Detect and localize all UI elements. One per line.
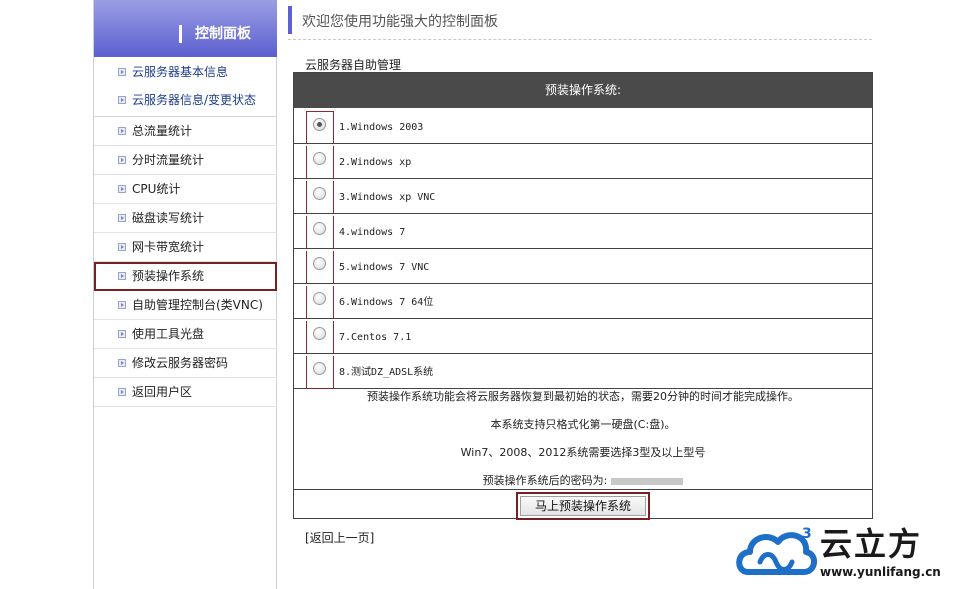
sidebar-item-hourly-traffic[interactable]: 分时流量统计 bbox=[94, 146, 277, 175]
password-mask bbox=[611, 477, 684, 485]
bullet-icon bbox=[118, 272, 126, 280]
bullet-icon bbox=[118, 214, 126, 222]
os-radio[interactable] bbox=[313, 152, 326, 165]
sidebar-item-label: 预装操作系统 bbox=[132, 269, 205, 283]
sidebar-item-label: 自助管理控制台(类VNC) bbox=[132, 298, 263, 312]
sidebar-item-label: CPU统计 bbox=[132, 182, 181, 196]
bullet-icon bbox=[118, 359, 126, 367]
bullet-icon bbox=[118, 96, 126, 104]
radio-cell bbox=[306, 286, 334, 319]
sidebar-item-preinstall-os[interactable]: 预装操作系统 bbox=[94, 262, 277, 291]
sidebar-item-label: 网卡带宽统计 bbox=[132, 240, 205, 254]
sidebar-item-label: 总流量统计 bbox=[132, 124, 193, 138]
sidebar-item-vnc-console[interactable]: 自助管理控制台(类VNC) bbox=[94, 291, 277, 320]
bullet-icon bbox=[118, 185, 126, 193]
sidebar-title: 控制面板 bbox=[195, 26, 251, 42]
preinstall-os-button[interactable]: 马上预装操作系统 bbox=[516, 492, 650, 520]
radio-cell bbox=[306, 216, 334, 249]
bullet-icon bbox=[118, 243, 126, 251]
os-option-row: 2.Windows xp bbox=[294, 144, 872, 179]
preinstall-os-button-label: 马上预装操作系统 bbox=[520, 496, 646, 516]
sidebar-item-disk-io[interactable]: 磁盘读写统计 bbox=[94, 204, 277, 233]
sidebar-item-total-traffic[interactable]: 总流量统计 bbox=[94, 117, 277, 146]
radio-cell bbox=[306, 146, 334, 179]
os-option-label: 6.Windows 7 64位 bbox=[339, 297, 434, 308]
sidebar-group-server: 云服务器基本信息 云服务器信息/变更状态 bbox=[94, 58, 277, 114]
password-line: 预装操作系统后的密码为: bbox=[294, 474, 872, 488]
os-option-label: 8.测试DZ_ADSL系统 bbox=[339, 367, 434, 378]
sidebar-item-return-user-area[interactable]: 返回用户区 bbox=[94, 378, 277, 407]
sidebar-item-label: 使用工具光盘 bbox=[132, 327, 205, 341]
bullet-icon bbox=[118, 388, 126, 396]
os-option-label: 3.Windows xp VNC bbox=[339, 192, 436, 203]
info-text: 本系统支持只格式化第一硬盘(C:盘)。 bbox=[490, 418, 676, 431]
brand-name: 云立方 bbox=[820, 525, 923, 563]
page-title: 欢迎您使用功能强大的控制面板 bbox=[302, 14, 498, 30]
sidebar: 控制面板 云服务器基本信息 云服务器信息/变更状态 总流量统计 分时流量统计 C… bbox=[93, 0, 277, 589]
os-option-row: 6.Windows 7 64位 bbox=[294, 284, 872, 319]
os-radio[interactable] bbox=[313, 187, 326, 200]
os-selection-table: 预装操作系统: 1.Windows 2003 2.Windows xp 3.Wi… bbox=[293, 72, 873, 520]
os-radio[interactable] bbox=[313, 118, 326, 131]
section-title: 云服务器自助管理 bbox=[305, 58, 402, 72]
logo-superscript: 3 bbox=[802, 526, 812, 542]
sidebar-group-tools: 总流量统计 分时流量统计 CPU统计 磁盘读写统计 网卡带宽统计 预装操作系统 … bbox=[94, 117, 277, 407]
table-header: 预装操作系统: bbox=[294, 73, 872, 108]
bullet-icon bbox=[118, 330, 126, 338]
radio-cell bbox=[306, 251, 334, 284]
sidebar-item-label: 修改云服务器密码 bbox=[132, 356, 229, 370]
brand-logo: 3 云立方 www.yunlifang.cn bbox=[734, 522, 954, 586]
sidebar-item-nic-bandwidth[interactable]: 网卡带宽统计 bbox=[94, 233, 277, 262]
submit-row: 马上预装操作系统 bbox=[294, 489, 872, 520]
page-header: 欢迎您使用功能强大的控制面板 bbox=[288, 6, 872, 40]
os-radio[interactable] bbox=[313, 292, 326, 305]
sidebar-header: 控制面板 bbox=[94, 0, 277, 57]
os-option-label: 1.Windows 2003 bbox=[339, 122, 424, 133]
cloud-logo-icon: 3 bbox=[736, 526, 817, 575]
bullet-icon bbox=[118, 127, 126, 135]
sidebar-item-label: 云服务器信息/变更状态 bbox=[132, 93, 257, 107]
os-option-label: 2.Windows xp bbox=[339, 157, 412, 168]
radio-cell bbox=[306, 321, 334, 354]
password-label: 预装操作系统后的密码为: bbox=[482, 474, 608, 487]
sidebar-item-label: 磁盘读写统计 bbox=[132, 211, 205, 225]
radio-cell bbox=[306, 356, 334, 389]
bullet-icon bbox=[118, 68, 126, 76]
sidebar-item-label: 返回用户区 bbox=[132, 385, 193, 399]
os-option-row: 4.windows 7 bbox=[294, 214, 872, 249]
sidebar-header-bar bbox=[179, 25, 182, 43]
bullet-icon bbox=[118, 156, 126, 164]
os-option-row: 1.Windows 2003 bbox=[294, 109, 872, 144]
os-option-label: 5.windows 7 VNC bbox=[339, 262, 430, 273]
bullet-icon bbox=[118, 301, 126, 309]
header-accent-bar bbox=[288, 6, 292, 34]
radio-cell bbox=[306, 181, 334, 214]
os-radio[interactable] bbox=[313, 222, 326, 235]
sidebar-item-change-password[interactable]: 修改云服务器密码 bbox=[94, 349, 277, 378]
back-link[interactable]: [返回上一页] bbox=[305, 531, 374, 545]
sidebar-item-label: 分时流量统计 bbox=[132, 153, 205, 167]
os-option-row: 8.测试DZ_ADSL系统 bbox=[294, 354, 872, 389]
sidebar-item-server-basic-info[interactable]: 云服务器基本信息 bbox=[94, 58, 277, 86]
os-option-label: 7.Centos 7.1 bbox=[339, 332, 412, 343]
os-option-row: 5.windows 7 VNC bbox=[294, 249, 872, 284]
os-radio[interactable] bbox=[313, 257, 326, 270]
info-text: 预装操作系统功能会将云服务器恢复到最初始的状态，需要20分钟的时间才能完成操作。 bbox=[367, 390, 799, 403]
os-option-row: 7.Centos 7.1 bbox=[294, 319, 872, 354]
sidebar-item-tool-cd[interactable]: 使用工具光盘 bbox=[94, 320, 277, 349]
sidebar-item-cpu-stats[interactable]: CPU统计 bbox=[94, 175, 277, 204]
sidebar-item-server-status[interactable]: 云服务器信息/变更状态 bbox=[94, 86, 277, 114]
os-radio[interactable] bbox=[313, 327, 326, 340]
sidebar-item-label: 云服务器基本信息 bbox=[132, 65, 229, 79]
os-option-row: 3.Windows xp VNC bbox=[294, 179, 872, 214]
info-text: Win7、2008、2012系统需要选择3型及以上型号 bbox=[460, 446, 706, 459]
os-radio[interactable] bbox=[313, 362, 326, 375]
radio-cell bbox=[306, 111, 334, 144]
brand-url: www.yunlifang.cn bbox=[820, 565, 941, 579]
os-option-label: 4.windows 7 bbox=[339, 227, 406, 238]
